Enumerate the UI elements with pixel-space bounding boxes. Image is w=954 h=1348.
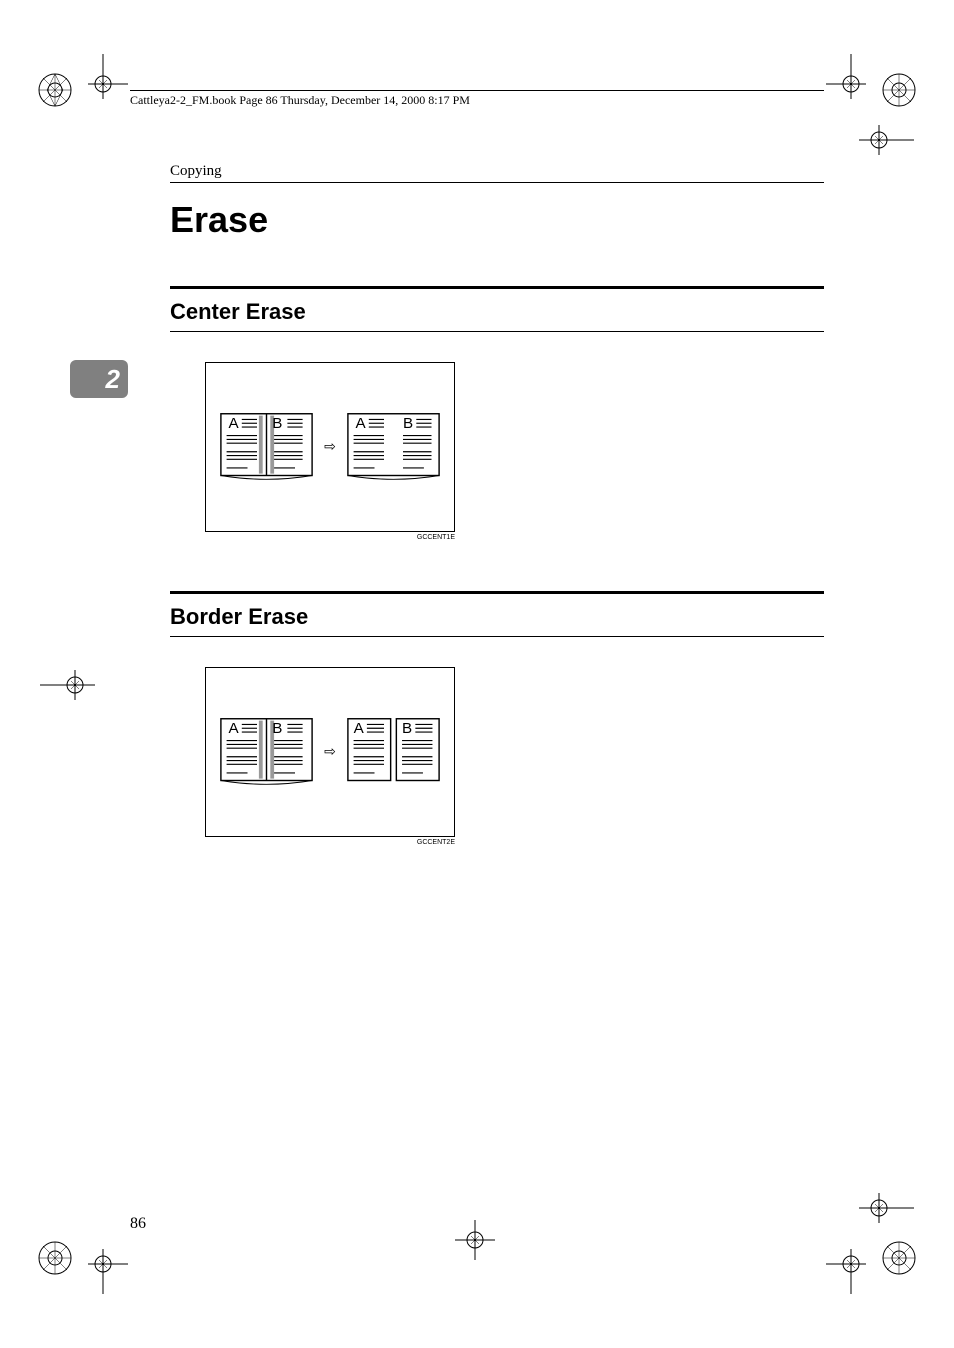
crop-mark-icon (40, 670, 95, 700)
figure-id: GCCENT2E (205, 839, 455, 846)
figure-id: GCCENT1E (205, 534, 455, 541)
page-title: Erase (170, 199, 824, 241)
page-a-label: A (229, 720, 240, 737)
registration-mark-icon (35, 70, 75, 110)
crop-mark-icon (88, 1234, 138, 1294)
center-erase-figure: A B ⇨ A B (205, 362, 455, 532)
chapter-tab: 2 (70, 360, 128, 398)
divider (170, 591, 824, 594)
chapter-number: 2 (106, 364, 120, 395)
page-b-label: B (402, 720, 412, 737)
page-a-label: A (353, 720, 364, 737)
divider (170, 331, 824, 332)
subsection-title: Center Erase (170, 299, 824, 325)
subsection-title: Border Erase (170, 604, 824, 630)
registration-mark-icon (35, 1238, 75, 1278)
crop-mark-icon (816, 1234, 866, 1294)
divider (170, 636, 824, 637)
book-before-icon: A B (219, 407, 314, 487)
arrow-right-icon: ⇨ (324, 744, 336, 761)
book-after-center-erase-icon: A B (346, 407, 441, 487)
registration-mark-icon (879, 1238, 919, 1278)
page-b-label: B (272, 415, 282, 432)
section-header: Copying (170, 163, 824, 183)
page-b-label: B (272, 720, 282, 737)
book-before-icon: A B (219, 712, 314, 792)
crop-mark-icon (859, 1193, 914, 1223)
page-b-label: B (403, 415, 413, 432)
running-header: Cattleya2-2_FM.book Page 86 Thursday, De… (130, 90, 824, 108)
arrow-right-icon: ⇨ (324, 439, 336, 456)
crop-mark-icon (859, 125, 914, 155)
page-a-label: A (229, 415, 240, 432)
page-a-label: A (355, 415, 366, 432)
divider (170, 286, 824, 289)
registration-mark-icon (879, 70, 919, 110)
border-erase-figure: A B ⇨ A B (205, 667, 455, 837)
book-after-border-erase-icon: A B (346, 712, 441, 792)
page-number: 86 (130, 1215, 146, 1233)
